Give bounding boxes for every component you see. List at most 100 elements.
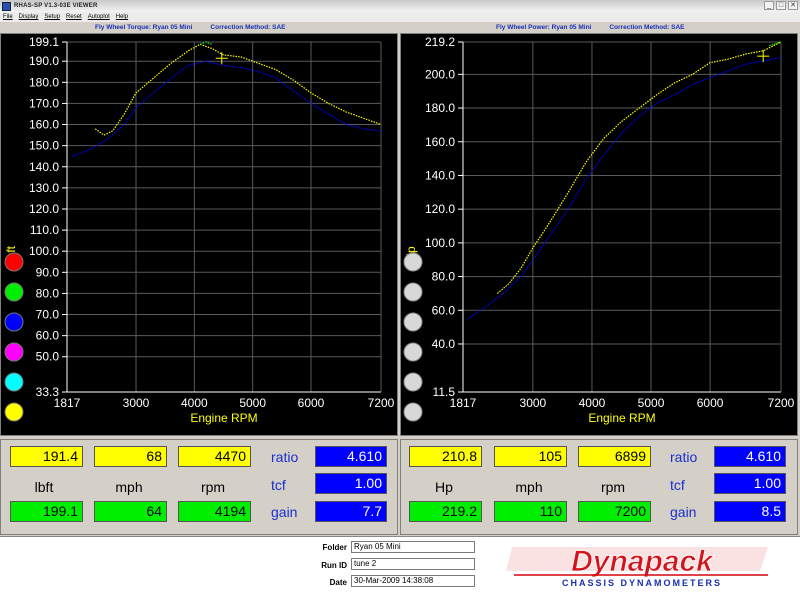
gain-label: gain xyxy=(271,504,298,520)
app-icon xyxy=(2,1,11,11)
torque-chart-svg: 1817 3000 4000 5000 6000 720033.350.060.070.0… xyxy=(4,35,395,425)
y-tick-label: 200.0 xyxy=(425,67,455,81)
y-tick-label: 60.0 xyxy=(36,329,60,343)
menu-bar: File Display Setup Reset Autoplot Help xyxy=(0,12,800,22)
right-chart-header: Fly Wheel Power: Ryan 05 Mini Correction… xyxy=(496,22,684,32)
x-tick-label: 6000 xyxy=(298,396,325,410)
y-tick-label: 199.1 xyxy=(29,35,59,49)
rpm-peak-value: 4194 xyxy=(178,501,251,522)
mph-cursor-value: 68 xyxy=(94,446,167,467)
tcf-value: 1.00 xyxy=(714,473,786,494)
series-line-1 xyxy=(467,56,782,320)
y-tick-label: 130.0 xyxy=(29,181,59,195)
y-tick-label: 70.0 xyxy=(36,308,60,322)
series-line-0 xyxy=(497,41,782,294)
tcf-label: tcf xyxy=(670,477,685,493)
rpm-cursor-value: 4470 xyxy=(178,446,251,467)
minimize-button[interactable]: _ xyxy=(764,1,774,10)
title-bar: RHAS-SP V1.3-03E VIEWER _ □ ✕ xyxy=(0,0,800,12)
trace-color-button[interactable] xyxy=(4,252,24,272)
trace-color-button[interactable] xyxy=(4,342,24,362)
y-tick-label: 120.0 xyxy=(425,202,455,216)
unit-lbft: lbft xyxy=(34,479,54,495)
y-tick-label: 40.0 xyxy=(432,337,456,351)
folder-field[interactable]: Ryan 05 Mini xyxy=(351,541,475,553)
menu-reset[interactable]: Reset xyxy=(66,14,82,20)
trace-color-button[interactable] xyxy=(4,372,24,392)
left-chart-header: Fly Wheel Torque: Ryan 05 Mini Correctio… xyxy=(95,22,286,32)
unit-hp: Hp xyxy=(435,479,453,495)
dynapack-logo: Dynapack CHASSIS DYNAMOMETERS xyxy=(506,545,768,588)
ratio-value: 4.610 xyxy=(315,446,387,467)
y-tick-label: 150.0 xyxy=(29,139,59,153)
y-tick-label: 219.2 xyxy=(425,35,455,49)
close-button[interactable]: ✕ xyxy=(788,1,798,10)
trace-toggle-button[interactable] xyxy=(403,342,423,362)
torque-chart[interactable]: 1817 3000 4000 5000 6000 7200 33.3 50.0 60.0 70.0… xyxy=(0,33,398,436)
logo-tagline: CHASSIS DYNAMOMETERS xyxy=(562,578,722,588)
rpm-cursor-value: 6899 xyxy=(578,446,651,467)
y-tick-label: 80.0 xyxy=(432,270,456,284)
tcf-value: 1.00 xyxy=(315,473,387,494)
ratio-value: 4.610 xyxy=(714,446,786,467)
y-tick-label: 160.0 xyxy=(425,135,455,149)
menu-autoplot[interactable]: Autoplot xyxy=(88,14,110,20)
y-tick-label: 33.3 xyxy=(36,385,60,399)
gain-value: 8.5 xyxy=(714,501,786,522)
trace-toggle-button[interactable] xyxy=(403,312,423,332)
series-line-0 xyxy=(94,43,382,136)
x-tick-label: 4000 xyxy=(579,396,606,410)
power-cursor-value: 210.8 xyxy=(409,446,482,467)
y-tick-label: 140.0 xyxy=(425,168,455,182)
menu-display[interactable]: Display xyxy=(19,14,39,20)
y-tick-label: 100.0 xyxy=(425,236,455,250)
trace-toggle-button[interactable] xyxy=(403,252,423,272)
left-chart-method: Correction Method: SAE xyxy=(210,23,286,31)
menu-help[interactable]: Help xyxy=(116,14,128,20)
runid-field[interactable]: tune 2 xyxy=(351,558,475,570)
y-tick-label: 60.0 xyxy=(432,303,456,317)
mph-peak-value: 110 xyxy=(494,501,567,522)
x-axis-title: Engine RPM xyxy=(190,411,257,425)
runid-label: Run ID xyxy=(321,561,347,570)
y-tick-label: 140.0 xyxy=(29,160,59,174)
x-tick-label: 5000 xyxy=(239,396,266,410)
date-field[interactable]: 30-Mar-2009 14:38:08 xyxy=(351,575,475,587)
y-tick-label: 190.0 xyxy=(29,54,59,68)
trace-toggle-button[interactable] xyxy=(403,372,423,392)
window-title: RHAS-SP V1.3-03E VIEWER xyxy=(14,3,98,9)
trace-color-button[interactable] xyxy=(4,312,24,332)
unit-mph: mph xyxy=(115,479,143,495)
right-chart-method: Correction Method: SAE xyxy=(609,23,685,31)
power-peak-value: 219.2 xyxy=(409,501,482,522)
x-tick-label: 6000 xyxy=(697,396,724,410)
menu-setup[interactable]: Setup xyxy=(44,14,60,20)
logo-brand-text: Dynapack xyxy=(571,545,714,578)
y-tick-label: 180.0 xyxy=(425,101,455,115)
left-chart-title: Fly Wheel Torque: Ryan 05 Mini xyxy=(95,23,193,31)
gain-value: 7.7 xyxy=(315,501,387,522)
unit-mph: mph xyxy=(515,479,543,495)
left-readout-panel: 191.4 68 4470 lbft mph rpm 199.1 64 4194… xyxy=(0,439,398,535)
trace-toggle-button[interactable] xyxy=(403,282,423,302)
trace-color-button[interactable] xyxy=(4,402,24,422)
menu-file[interactable]: File xyxy=(3,14,13,20)
y-tick-label: 120.0 xyxy=(29,202,59,216)
ratio-label: ratio xyxy=(670,449,698,465)
trace-toggle-button[interactable] xyxy=(403,402,423,422)
power-chart[interactable]: 1817 3000 4000 5000 6000 7200 11.5 40.0 60.0 80.0… xyxy=(400,33,798,436)
y-tick-label: 110.0 xyxy=(30,223,59,237)
x-tick-label: 7200 xyxy=(368,396,395,410)
torque-cursor-value: 191.4 xyxy=(10,446,83,467)
y-tick-label: 160.0 xyxy=(29,118,59,132)
date-label: Date xyxy=(329,578,347,587)
x-tick-label: 7200 xyxy=(768,396,795,410)
trace-color-button[interactable] xyxy=(4,282,24,302)
y-tick-label: 80.0 xyxy=(36,286,60,300)
rpm-peak-value: 7200 xyxy=(578,501,651,522)
unit-rpm: rpm xyxy=(200,479,226,495)
y-tick-label: 11.5 xyxy=(433,385,456,399)
folder-label: Folder xyxy=(322,543,347,552)
mph-cursor-value: 105 xyxy=(494,446,567,467)
maximize-button[interactable]: □ xyxy=(776,1,786,10)
